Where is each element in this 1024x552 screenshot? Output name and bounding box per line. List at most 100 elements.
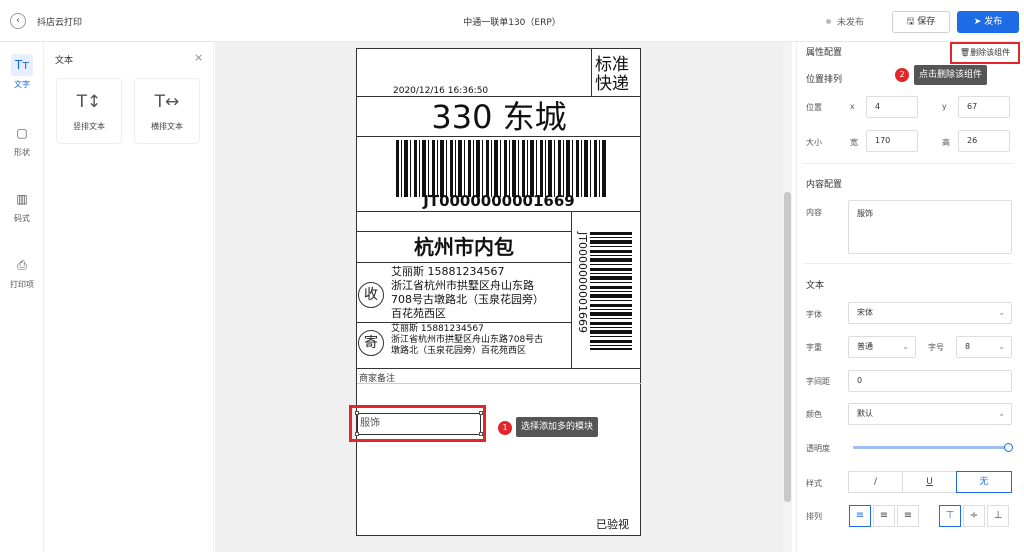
nav-label-shape: 形状 <box>14 148 30 157</box>
route-code: 330 东城 <box>431 98 567 136</box>
divider <box>803 263 1013 264</box>
nav-label-text: 文字 <box>14 80 30 89</box>
save-icon: 🖫 <box>906 17 918 27</box>
align-left-icon[interactable]: ≡ <box>849 505 871 527</box>
close-icon[interactable]: × <box>194 51 203 64</box>
align-right-icon[interactable]: ≡ <box>897 505 919 527</box>
receiver-name-phone: 艾丽斯 15881234567 <box>391 265 505 278</box>
align-top-icon[interactable]: ⊤ <box>939 505 961 527</box>
text-icon: Tт <box>11 54 33 76</box>
height-input[interactable]: 26 <box>958 130 1010 152</box>
side-barcode <box>590 232 632 350</box>
receiver-address-1: 浙江省杭州市拱墅区舟山东路 <box>391 279 534 292</box>
size-label: 大小 <box>806 138 822 147</box>
express-type-line-2: 快递 <box>595 74 629 94</box>
send-icon: ➤ <box>973 17 985 27</box>
resize-handle[interactable] <box>479 411 483 415</box>
weight-label: 字重 <box>806 343 822 352</box>
top-bar: ‹ 抖店云打印 中通一联单130（ERP） 未发布 🖫 保存 ➤ 发布 <box>0 0 1024 42</box>
opacity-slider-knob[interactable] <box>1004 443 1013 452</box>
status-dot-icon <box>826 19 831 24</box>
save-button-label: 保存 <box>917 17 936 27</box>
document-title: 中通一联单130（ERP） <box>463 18 561 28</box>
align-middle-icon[interactable]: ÷ <box>963 505 985 527</box>
print-datetime: 2020/12/16 16:36:50 <box>393 86 489 96</box>
widget-vertical-text[interactable]: T↕ 竖排文本 <box>56 78 122 144</box>
canvas-scrollbar[interactable] <box>783 42 792 552</box>
no-style-button[interactable]: 无 <box>956 471 1012 493</box>
widget-label: 横排文本 <box>151 122 183 131</box>
color-select[interactable]: 默认 ⌄ <box>848 403 1012 425</box>
nav-label-barcode: 码式 <box>14 214 30 223</box>
widget-horizontal-text[interactable]: T↔ 横排文本 <box>134 78 200 144</box>
step-2-badge: 2 <box>895 68 909 82</box>
express-type: 标准 快递 <box>595 56 639 94</box>
opacity-slider[interactable] <box>853 446 1009 449</box>
publish-button-label: 发布 <box>984 17 1003 27</box>
nav-item-text[interactable]: Tт 文字 <box>0 54 44 90</box>
nav-item-barcode[interactable]: ▥ 码式 <box>0 188 44 224</box>
barcode-icon: ▥ <box>16 192 28 206</box>
italic-button[interactable]: / <box>848 471 903 493</box>
position-section-title: 位置排列 <box>806 75 843 85</box>
chevron-down-icon: ⌄ <box>998 409 1005 418</box>
selected-text-component[interactable]: 服饰 <box>357 413 481 435</box>
nav-label-print: 打印项 <box>10 280 34 289</box>
x-input[interactable]: 4 <box>866 96 918 118</box>
inspected-mark: 已验视 <box>596 518 629 531</box>
align-center-icon[interactable]: ≡ <box>873 505 895 527</box>
horizontal-text-icon: T↔ <box>154 92 180 112</box>
content-textarea[interactable]: 服饰 <box>848 200 1012 254</box>
publish-button[interactable]: ➤ 发布 <box>957 11 1019 33</box>
resize-handle[interactable] <box>355 411 359 415</box>
content-label: 内容 <box>806 208 822 217</box>
step-1-badge: 1 <box>498 421 512 435</box>
font-size-select[interactable]: 8 ⌄ <box>956 336 1012 358</box>
color-select-value: 默认 <box>857 409 873 418</box>
style-label: 样式 <box>806 479 822 488</box>
font-select-value: 宋体 <box>857 308 873 317</box>
divider <box>357 136 641 137</box>
divider <box>591 49 592 96</box>
font-select[interactable]: 宋体 ⌄ <box>848 302 1012 324</box>
printer-icon: ⎙ <box>17 258 27 272</box>
width-input[interactable]: 170 <box>866 130 918 152</box>
y-input[interactable]: 67 <box>958 96 1010 118</box>
divider <box>357 96 641 97</box>
scrollbar-thumb[interactable] <box>784 192 791 502</box>
color-label: 颜色 <box>806 410 822 419</box>
sender-address-1: 浙江省杭州市拱墅区舟山东路708号古 <box>391 335 544 345</box>
resize-handle[interactable] <box>479 432 483 436</box>
font-size-value: 8 <box>965 342 971 351</box>
nav-item-print[interactable]: ⎙ 打印项 <box>0 254 44 290</box>
y-label: y <box>942 102 947 111</box>
align-bottom-icon[interactable]: ⊥ <box>987 505 1009 527</box>
widget-panel: 文本 × T↕ 竖排文本 T↔ 横排文本 <box>44 42 214 552</box>
save-button[interactable]: 🖫 保存 <box>892 11 950 33</box>
delete-component-button[interactable]: 🗑删除该组件 <box>950 42 1020 64</box>
sender-address-2: 墩路北（玉泉花园旁）百花苑西区 <box>391 346 527 356</box>
weight-select[interactable]: 普通 ⌄ <box>848 336 916 358</box>
letter-spacing-input[interactable]: 0 <box>848 370 1012 392</box>
font-label: 字体 <box>806 310 822 319</box>
opacity-label: 透明度 <box>806 444 830 453</box>
receiver-badge: 收 <box>358 282 384 308</box>
content-section-title: 内容配置 <box>806 180 843 190</box>
height-label: 高 <box>942 138 950 147</box>
step-2-tooltip: 点击删除该组件 <box>914 65 988 85</box>
vertical-text-icon: T↕ <box>76 92 102 112</box>
receiver-address-2: 708号古墩路北（玉泉花园旁） <box>391 293 544 306</box>
sender-block: 艾丽斯 15881234567 浙江省杭州市拱墅区舟山东路708号古 墩路北（玉… <box>391 324 543 357</box>
resize-handle[interactable] <box>355 432 359 436</box>
divider <box>357 322 571 323</box>
publish-status-text: 未发布 <box>837 18 865 28</box>
properties-title: 属性配置 <box>806 48 843 58</box>
chevron-down-icon: ⌄ <box>902 342 909 351</box>
delete-label: 删除该组件 <box>970 48 1011 57</box>
nav-item-shape[interactable]: ▢ 形状 <box>0 122 44 158</box>
align-label: 排列 <box>806 512 822 521</box>
text-section-title: 文本 <box>806 281 825 291</box>
underline-button[interactable]: U <box>902 471 957 493</box>
sender-badge: 寄 <box>358 330 384 356</box>
divider <box>357 368 641 369</box>
